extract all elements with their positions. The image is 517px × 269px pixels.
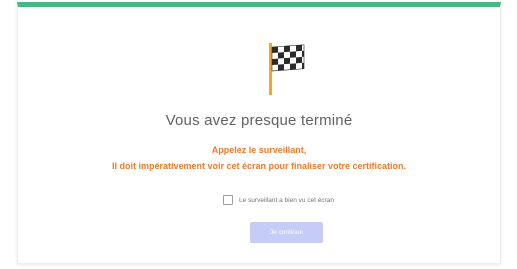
warning-must-see-screen: Il doit impérativement voir cet écran po… — [111, 161, 407, 171]
continue-button[interactable]: Je continue — [250, 222, 323, 243]
supervisor-confirmation-checkbox[interactable] — [223, 195, 233, 205]
supervisor-confirmation-row[interactable]: Le surveillant a bien vu cet écran — [223, 195, 334, 205]
warning-call-supervisor: Appelez le surveillant, — [211, 145, 307, 155]
checkered-flag-icon — [269, 43, 305, 95]
end-of-test-card: Vous avez presque terminé Appelez le sur… — [17, 2, 501, 264]
page-title: Vous avez presque terminé — [165, 112, 353, 129]
page: Vous avez presque terminé Appelez le sur… — [0, 0, 517, 269]
supervisor-confirmation-label[interactable]: Le surveillant a bien vu cet écran — [239, 197, 334, 204]
